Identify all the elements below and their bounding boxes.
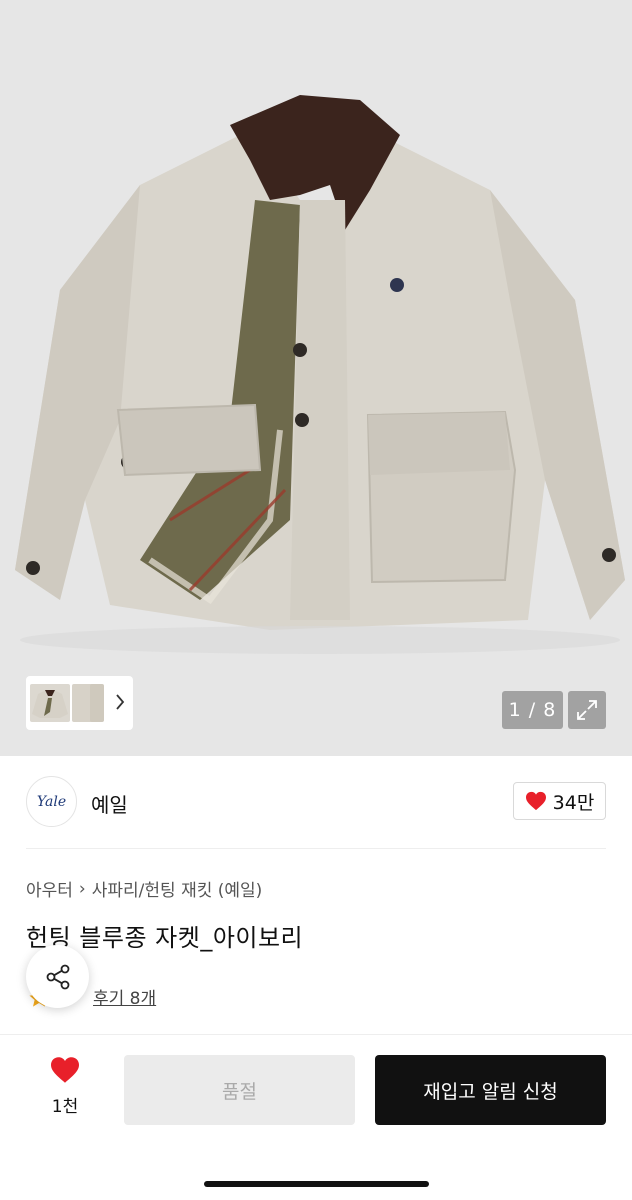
breadcrumb-item-outer[interactable]: 아우터 [26, 876, 73, 901]
soldout-button: 품절 [124, 1055, 355, 1125]
restock-alert-button[interactable]: 재입고 알림 신청 [375, 1055, 606, 1125]
brand-like-count: 34만 [552, 791, 595, 814]
expand-button[interactable] [568, 691, 606, 729]
product-image [15, 95, 625, 654]
brand-logo[interactable]: Yale [26, 776, 77, 827]
wish-button[interactable]: 1천 [35, 1056, 95, 1120]
thumbnail-1[interactable] [30, 684, 70, 722]
brand-like-button[interactable]: 34만 [513, 782, 606, 820]
breadcrumb: 아우터 › 사파리/헌팅 재킷 (예일) [26, 876, 263, 902]
share-icon [46, 964, 69, 989]
expand-icon [577, 700, 597, 720]
brand-logo-text: Yale [36, 793, 67, 810]
share-button[interactable] [26, 945, 89, 1008]
brand-row: Yale 예일 34만 [0, 756, 632, 848]
heart-icon [51, 1057, 79, 1083]
bottom-bar-divider [0, 1034, 632, 1035]
image-counter: 1 / 8 [502, 691, 563, 729]
chevron-right-icon[interactable] [115, 693, 125, 711]
breadcrumb-item-category[interactable]: 사파리/헌팅 재킷 (예일) [92, 876, 263, 901]
chevron-right-icon: › [78, 878, 86, 899]
review-link[interactable]: 후기 8개 [93, 984, 156, 1009]
thumbnail-strip[interactable] [26, 676, 133, 730]
divider [26, 848, 606, 849]
wish-count: 1천 [51, 1097, 79, 1117]
thumbnail-3[interactable] [90, 684, 104, 722]
brand-name[interactable]: 예일 [91, 789, 128, 818]
product-image-gallery[interactable]: 1 / 8 [0, 0, 632, 756]
home-indicator [204, 1181, 429, 1187]
heart-icon [525, 791, 546, 811]
